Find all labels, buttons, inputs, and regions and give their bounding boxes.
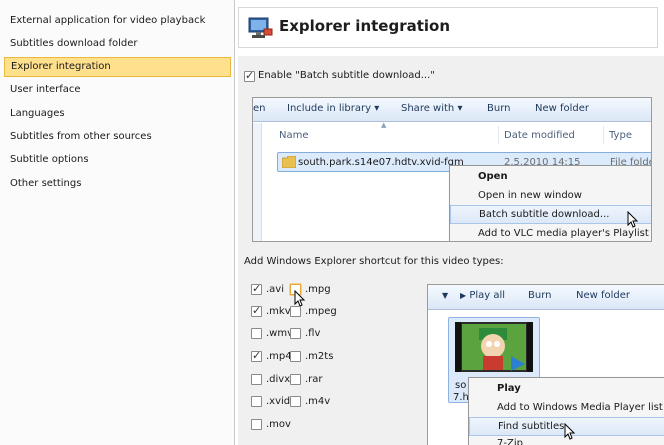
menu-batch-subtitle-download: Batch subtitle download...	[450, 205, 651, 224]
enable-batch-label: Enable "Batch subtitle download..."	[258, 70, 435, 81]
dropdown-arrow-icon: ▼	[442, 291, 449, 300]
type-mov-label: .mov	[266, 419, 291, 430]
nav-pane-edge	[253, 123, 262, 241]
thumbnail-label-line1: so	[455, 380, 467, 391]
type-flv-checkbox[interactable]	[290, 328, 301, 339]
settings-sidebar: External application for video playback …	[0, 0, 235, 445]
column-date-modified: Date modified	[504, 130, 575, 141]
explorer-preview-image: en Include in library ▾ Share with ▾ Bur…	[252, 97, 652, 242]
type-xvid-label: .xvid	[266, 396, 291, 407]
column-divider	[603, 126, 604, 144]
type-m4v-label: .m4v	[305, 396, 331, 407]
new-folder-button: New folder	[576, 290, 631, 301]
menu-open-new-window: Open in new window	[478, 190, 582, 201]
type-mkv-label: .mkv	[266, 306, 291, 317]
page-title: Explorer integration	[279, 17, 451, 35]
share-with-button: Share with ▾	[401, 103, 463, 114]
type-m2ts-label: .m2ts	[305, 351, 334, 362]
type-flv-label: .flv	[305, 328, 321, 339]
sort-arrow-icon: ▲	[381, 121, 387, 129]
burn-button: Burn	[487, 103, 511, 114]
column-divider	[498, 126, 499, 144]
type-divx-checkbox[interactable]	[251, 374, 262, 385]
media-folder-preview-image: ▼ ▶ Play all Burn New folder so 7.h Play…	[427, 284, 664, 445]
type-mp4-label: .mp4	[266, 351, 292, 362]
menu-add-wmp-list: Add to Windows Media Player list	[497, 402, 663, 413]
page-header: Explorer integration	[238, 7, 658, 48]
explorer-toolbar: en Include in library ▾ Share with ▾ Bur…	[253, 98, 651, 122]
type-mp4-checkbox[interactable]	[251, 349, 262, 362]
type-mov-checkbox[interactable]	[251, 419, 262, 430]
type-avi-checkbox[interactable]	[251, 282, 262, 295]
column-type: Type	[609, 130, 632, 141]
sidebar-item-subtitles-download-folder[interactable]: Subtitles download folder	[4, 34, 231, 54]
type-mpeg-label: .mpeg	[305, 306, 337, 317]
type-m4v-checkbox[interactable]	[290, 396, 301, 407]
file-name: south.park.s14e07.hdtv.xvid-fqm	[298, 157, 464, 168]
type-mkv-checkbox[interactable]	[251, 304, 262, 317]
sidebar-item-external-application[interactable]: External application for video playback	[4, 11, 231, 31]
sidebar-item-subtitle-options[interactable]: Subtitle options	[4, 150, 231, 170]
type-wmv-checkbox[interactable]	[251, 328, 262, 339]
type-xvid-checkbox[interactable]	[251, 396, 262, 407]
sidebar-item-subtitles-other-sources[interactable]: Subtitles from other sources	[4, 127, 231, 147]
context-menu-explorer: Open Open in new window Batch subtitle d…	[449, 165, 651, 241]
toolbar-fragment: en	[253, 103, 266, 114]
cursor-arrow-icon	[627, 211, 639, 228]
menu-open: Open	[478, 171, 508, 182]
play-all-button: ▶ Play all	[460, 290, 506, 301]
type-m2ts-checkbox[interactable]	[290, 351, 301, 362]
new-folder-button: New folder	[535, 103, 590, 114]
video-thumbnail-icon	[455, 322, 533, 372]
enable-batch-checkbox[interactable]	[244, 69, 255, 82]
type-rar-checkbox[interactable]	[290, 374, 301, 385]
type-avi-label: .avi	[266, 284, 285, 295]
menu-add-vlc-playlist: Add to VLC media player's Playlist	[478, 228, 649, 239]
sidebar-item-user-interface[interactable]: User interface	[4, 80, 231, 100]
burn-button: Burn	[528, 290, 552, 301]
folder-icon	[282, 156, 296, 168]
type-wmv-label: .wmv	[266, 328, 294, 339]
sidebar-item-other-settings[interactable]: Other settings	[4, 174, 231, 194]
media-toolbar: ▼ ▶ Play all Burn New folder	[428, 285, 664, 310]
column-name: Name	[279, 130, 309, 141]
type-mpeg-checkbox[interactable]	[290, 306, 301, 317]
include-in-library-button: Include in library ▾	[287, 103, 380, 114]
thumbnail-label-line2: 7.h	[453, 392, 469, 403]
monitor-icon	[248, 17, 273, 38]
type-mpg-label: .mpg	[305, 284, 331, 295]
sidebar-item-explorer-integration[interactable]: Explorer integration	[4, 57, 231, 77]
cursor-arrow-icon	[564, 423, 576, 440]
menu-play: Play	[497, 383, 521, 394]
type-divx-label: .divx	[266, 374, 291, 385]
type-rar-label: .rar	[305, 374, 323, 385]
shortcut-types-label: Add Windows Explorer shortcut for this v…	[244, 256, 504, 267]
sidebar-item-languages[interactable]: Languages	[4, 104, 231, 124]
